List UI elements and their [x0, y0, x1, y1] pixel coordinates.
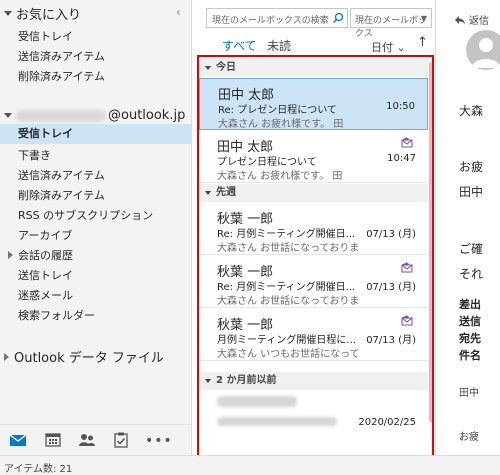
outlook-data-file-label: Outlook データ ファイル: [14, 351, 164, 366]
folder-pane: お気に入り ‹ 受信トレイ 送信済みアイテム 削除済みアイテム @outlook…: [0, 0, 192, 455]
favorites-label: お気に入り: [16, 8, 82, 23]
collapse-pane-icon[interactable]: ‹: [176, 5, 181, 19]
search-scope-dropdown[interactable]: 現在のメールボックス ▼: [350, 8, 432, 39]
highlight-frame: [197, 55, 434, 460]
folder-drafts[interactable]: 下書き: [18, 147, 51, 163]
folder-deleted[interactable]: 削除済みアイテム: [18, 187, 105, 203]
collapsed-triangle-icon: [8, 251, 13, 259]
calendar-icon[interactable]: [44, 431, 62, 449]
blurred-account-name: [16, 109, 106, 122]
reading-closing: お疲: [459, 432, 479, 443]
person-icon: [472, 38, 500, 68]
account-email: @outlook.jp: [108, 108, 186, 123]
reading-quote-subject: 件名: [459, 349, 481, 362]
sort-direction-button[interactable]: ↑: [417, 35, 428, 50]
search-input[interactable]: 現在のメールボックスの検索: [206, 8, 348, 28]
chevron-down-icon: ⌄: [396, 41, 406, 54]
favorites-header[interactable]: お気に入り: [4, 4, 81, 23]
tab-all[interactable]: すべて: [222, 37, 257, 54]
fav-item-deleted[interactable]: 削除済みアイテム: [18, 68, 105, 84]
reading-body-line2: それ: [459, 267, 484, 281]
fav-item-inbox[interactable]: 受信トレイ: [18, 28, 73, 44]
folder-conversation-history[interactable]: 会話の履歴: [8, 247, 73, 263]
reading-body-line1: ご確: [459, 242, 484, 256]
fav-item-sent[interactable]: 送信済みアイテム: [18, 48, 105, 64]
reading-to: 大森: [459, 104, 484, 118]
reading-quote-from: 差出: [459, 298, 481, 311]
search-placeholder: 現在のメールボックスの検索: [212, 16, 329, 26]
sort-label: 日付: [371, 41, 393, 54]
tasks-icon[interactable]: [112, 431, 130, 449]
avatar: [466, 30, 500, 70]
tab-unread[interactable]: 未読: [267, 37, 291, 54]
mail-icon[interactable]: [9, 431, 27, 449]
status-bar: アイテム数: 21: [0, 455, 500, 475]
folder-search[interactable]: 検索フォルダー: [18, 307, 95, 323]
expand-triangle-icon: [4, 11, 12, 16]
item-count: アイテム数: 21: [4, 464, 73, 475]
search-icon[interactable]: [332, 12, 344, 24]
reading-quote-sent: 送信: [459, 315, 481, 328]
reading-sender: 田中: [459, 185, 484, 199]
outlook-data-file[interactable]: Outlook データ ファイル: [4, 347, 164, 366]
chevron-down-icon: ▼: [420, 14, 427, 23]
reply-label: 返信: [469, 16, 489, 27]
conversation-history-label: 会話の履歴: [18, 249, 73, 262]
account-header[interactable]: @outlook.jp: [4, 108, 185, 123]
more-options-icon[interactable]: •••: [145, 433, 173, 449]
people-icon[interactable]: [78, 431, 96, 449]
reading-pane: 返信 大森 お疲 田中 ご確 それ 差出 送信 宛先 件名 田中 お疲: [437, 0, 500, 455]
expand-triangle-icon: [4, 113, 12, 118]
sort-by-date-dropdown[interactable]: 日付 ⌄: [371, 39, 406, 55]
folder-junk[interactable]: 迷惑メール: [18, 287, 73, 303]
reply-button[interactable]: 返信: [454, 12, 489, 27]
navigation-bar: •••: [0, 424, 191, 454]
reading-quote-to: 宛先: [459, 332, 481, 345]
folder-sent[interactable]: 送信済みアイテム: [18, 167, 105, 183]
reading-signature: 田中: [459, 388, 479, 399]
reply-arrow-icon: [455, 15, 465, 24]
collapsed-triangle-icon: [4, 352, 9, 361]
folder-archive[interactable]: アーカイブ: [18, 227, 72, 243]
folder-outbox[interactable]: 送信トレイ: [18, 267, 73, 283]
folder-rss[interactable]: RSS のサブスクリプション: [18, 207, 153, 223]
folder-inbox[interactable]: 受信トレイ: [0, 124, 191, 144]
reading-greeting: お疲: [459, 160, 484, 174]
